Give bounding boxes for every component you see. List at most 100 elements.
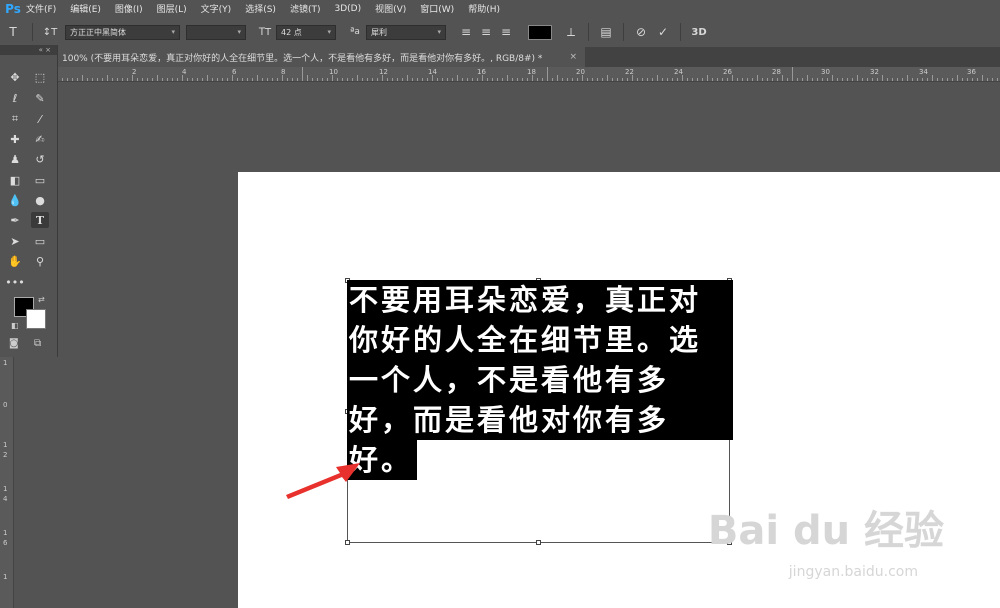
font-style-select[interactable]: ▾ bbox=[186, 24, 246, 40]
ruler-label: 1 bbox=[3, 441, 8, 449]
ruler-label: 4 bbox=[182, 68, 187, 76]
ruler-label: 12 bbox=[379, 68, 388, 76]
font-family-select[interactable]: 方正正中黑简体 ▾ bbox=[65, 24, 180, 40]
ruler-label: 4 bbox=[3, 495, 8, 503]
font-size-value: 42 点 bbox=[281, 27, 302, 37]
chevron-down-icon: ▾ bbox=[237, 28, 241, 36]
menu-view[interactable]: 视图(V) bbox=[375, 2, 406, 15]
rectangle-tool-icon[interactable]: ▭ bbox=[31, 233, 49, 249]
ruler-label: 1 bbox=[3, 529, 8, 537]
annotation-arrow-icon bbox=[286, 463, 360, 499]
ruler-label: 1 bbox=[3, 573, 8, 581]
document-tab-bar: 100% (不要用耳朵恋爱，真正对你好的人全在细节里。选一个人，不是看他有多好，… bbox=[57, 47, 1000, 67]
anti-alias-icon: ªa bbox=[350, 27, 360, 37]
character-panel-icon[interactable]: ▤ bbox=[595, 25, 617, 39]
options-bar: T ↕T 方正正中黑简体 ▾ ▾ ꓔT 42 点 ▾ ªa 犀利 ▾ ≡ ≡ ≡… bbox=[0, 17, 1000, 48]
text-color-swatch[interactable] bbox=[528, 24, 552, 40]
divider bbox=[623, 23, 624, 41]
type-tool-preset-icon[interactable]: T bbox=[0, 25, 26, 39]
align-right-icon[interactable]: ≡ bbox=[496, 25, 516, 39]
ruler-label: 30 bbox=[821, 68, 830, 76]
text-line[interactable]: 好，而是看他对你有多 bbox=[347, 400, 733, 440]
close-tab-icon[interactable]: × bbox=[569, 52, 577, 62]
quick-select-tool-icon[interactable]: ✎ bbox=[31, 90, 49, 106]
menu-help[interactable]: 帮助(H) bbox=[468, 2, 500, 15]
chevron-down-icon: ▾ bbox=[171, 28, 175, 36]
healing-brush-tool-icon[interactable]: ✚ bbox=[6, 131, 24, 147]
text-line[interactable]: 不要用耳朵恋爱，真正对 bbox=[347, 280, 733, 320]
ruler-label: 26 bbox=[723, 68, 732, 76]
lasso-tool-icon[interactable]: ℓ bbox=[6, 90, 24, 106]
font-size-icon: ꓔT bbox=[258, 26, 272, 38]
text-line[interactable]: 一个人，不是看他有多 bbox=[347, 360, 733, 400]
move-tool-icon[interactable]: ✥ bbox=[6, 69, 24, 85]
selected-text-layer[interactable]: 不要用耳朵恋爱，真正对 你好的人全在细节里。选 一个人，不是看他有多 好，而是看… bbox=[347, 280, 733, 480]
more-tools-icon[interactable]: ••• bbox=[5, 274, 24, 290]
text-orientation-icon[interactable]: ↕T bbox=[39, 27, 61, 38]
ruler-label: 36 bbox=[967, 68, 976, 76]
path-selection-tool-icon[interactable]: ➤ bbox=[6, 233, 24, 249]
ruler-label: 32 bbox=[870, 68, 879, 76]
ruler-label: 6 bbox=[3, 539, 8, 547]
align-left-icon[interactable]: ≡ bbox=[456, 25, 476, 39]
ruler-label: 28 bbox=[772, 68, 781, 76]
tools-panel: « × ✥ ⬚ ℓ ✎ ⌗ ⁄ ✚ ✍ ♟ ↺ ◧ ▭ 💧 ● ✒ T ➤ ▭ … bbox=[0, 45, 58, 357]
ruler-label: 20 bbox=[576, 68, 585, 76]
gradient-tool-icon[interactable]: ▭ bbox=[31, 172, 49, 188]
warp-text-icon[interactable]: ⟂ bbox=[560, 25, 582, 40]
text-line[interactable]: 你好的人全在细节里。选 bbox=[347, 320, 733, 360]
ruler-label: 24 bbox=[674, 68, 683, 76]
menu-layer[interactable]: 图层(L) bbox=[157, 2, 187, 15]
background-color-swatch[interactable] bbox=[26, 309, 46, 329]
menu-3d[interactable]: 3D(D) bbox=[334, 4, 361, 14]
align-center-icon[interactable]: ≡ bbox=[476, 25, 496, 39]
baidu-jingyan-watermark: Bai du 经验 bbox=[707, 508, 944, 554]
menu-bar: Ps 文件(F) 编辑(E) 图像(I) 图层(L) 文字(Y) 选择(S) 滤… bbox=[0, 0, 1000, 17]
divider bbox=[680, 23, 681, 41]
menu-filter[interactable]: 滤镜(T) bbox=[290, 2, 321, 15]
menu-select[interactable]: 选择(S) bbox=[245, 2, 276, 15]
blur-tool-icon[interactable]: 💧 bbox=[6, 192, 24, 208]
ruler-label: 34 bbox=[919, 68, 928, 76]
ruler-top: 2 4 6 8 10 12 14 16 18 20 22 24 26 28 30… bbox=[57, 67, 1000, 82]
menu-type[interactable]: 文字(Y) bbox=[201, 2, 232, 15]
ruler-label: 2 bbox=[132, 68, 137, 76]
ruler-label: 2 bbox=[3, 451, 8, 459]
chevron-down-icon: ▾ bbox=[437, 28, 441, 36]
ruler-label: 16 bbox=[477, 68, 486, 76]
menu-file[interactable]: 文件(F) bbox=[26, 2, 56, 15]
anti-alias-select[interactable]: 犀利 ▾ bbox=[366, 24, 446, 40]
divider bbox=[32, 23, 33, 41]
commit-check-icon[interactable]: ✓ bbox=[652, 25, 674, 39]
clone-stamp-tool-icon[interactable]: ♟ bbox=[6, 151, 24, 167]
3d-button[interactable]: 3D bbox=[687, 27, 711, 38]
pen-tool-icon[interactable]: ✒ bbox=[6, 212, 24, 228]
transform-handle[interactable] bbox=[536, 540, 541, 545]
menu-image[interactable]: 图像(I) bbox=[115, 2, 143, 15]
marquee-tool-icon[interactable]: ⬚ bbox=[31, 69, 49, 85]
crop-tool-icon[interactable]: ⌗ bbox=[6, 111, 24, 127]
menu-edit[interactable]: 编辑(E) bbox=[70, 2, 101, 15]
cancel-icon[interactable]: ⊘ bbox=[630, 25, 652, 39]
transform-handle[interactable] bbox=[345, 540, 350, 545]
menu-window[interactable]: 窗口(W) bbox=[420, 2, 454, 15]
ruler-label: 8 bbox=[281, 68, 286, 76]
quick-mask-icon[interactable]: ◙ bbox=[9, 338, 19, 349]
brush-tool-icon[interactable]: ✍ bbox=[31, 131, 49, 147]
font-family-value: 方正正中黑简体 bbox=[70, 27, 126, 37]
swap-colors-icon[interactable]: ⇄ bbox=[38, 295, 45, 304]
type-tool-icon[interactable]: T bbox=[31, 212, 49, 228]
eyedropper-tool-icon[interactable]: ⁄ bbox=[31, 111, 49, 127]
divider bbox=[588, 23, 589, 41]
document-tab[interactable]: 100% (不要用耳朵恋爱，真正对你好的人全在细节里。选一个人，不是看他有多好，… bbox=[57, 47, 585, 67]
history-brush-tool-icon[interactable]: ↺ bbox=[31, 151, 49, 167]
screen-mode-icon[interactable]: ⧉ bbox=[34, 338, 41, 349]
font-size-select[interactable]: 42 点 ▾ bbox=[276, 24, 336, 40]
dodge-tool-icon[interactable]: ● bbox=[31, 192, 49, 208]
eraser-tool-icon[interactable]: ◧ bbox=[6, 172, 24, 188]
default-colors-icon[interactable]: ◧ bbox=[11, 321, 19, 330]
zoom-tool-icon[interactable]: ⚲ bbox=[31, 253, 49, 269]
hand-tool-icon[interactable]: ✋ bbox=[6, 253, 24, 269]
ruler-label: 1 bbox=[3, 359, 8, 367]
tools-panel-header[interactable]: « × bbox=[0, 45, 57, 55]
